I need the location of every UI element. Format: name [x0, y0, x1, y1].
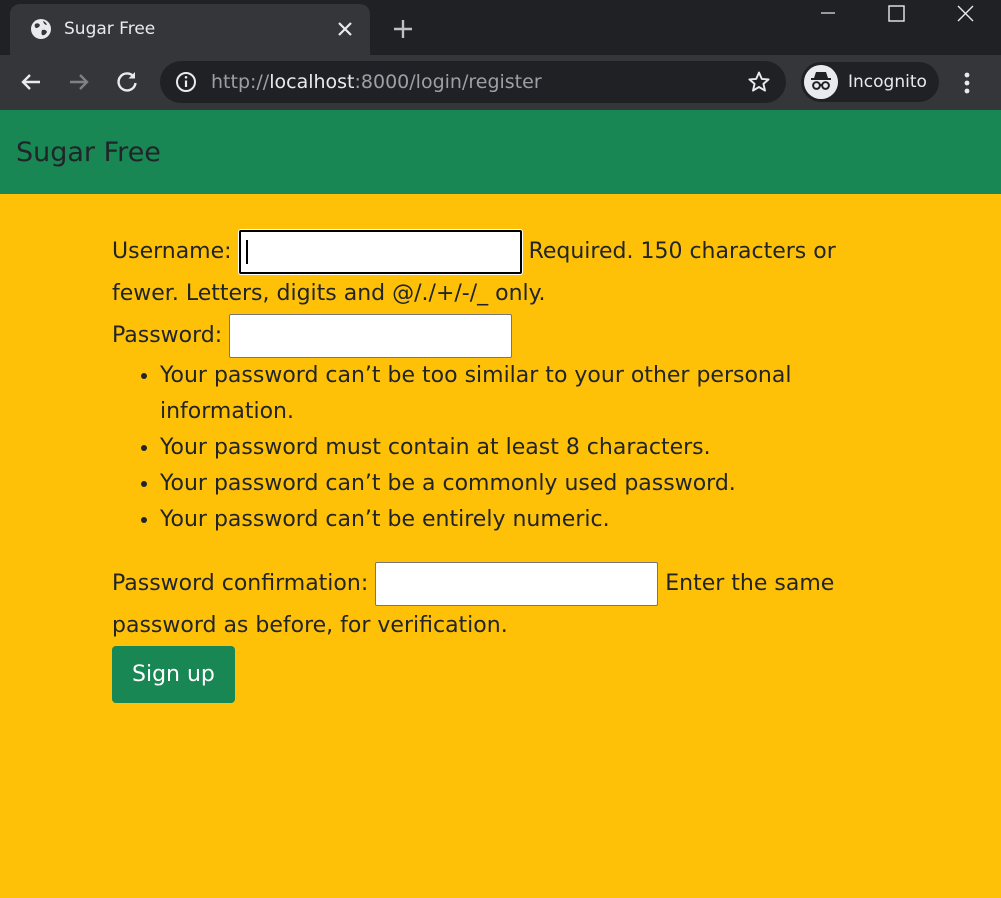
close-icon[interactable]	[333, 17, 357, 41]
plus-icon[interactable]	[390, 16, 416, 42]
forward-arrow-icon[interactable]	[64, 67, 94, 97]
site-navbar: Sugar Free	[0, 110, 1001, 194]
star-icon[interactable]	[747, 70, 771, 94]
more-vert-icon[interactable]	[955, 69, 979, 97]
incognito-icon	[804, 65, 838, 99]
password-label: Password:	[112, 323, 223, 348]
globe-icon	[31, 19, 51, 39]
username-row: Username: Required. 150 characters or fe…	[112, 230, 892, 314]
site-brand[interactable]: Sugar Free	[16, 136, 161, 170]
password-rule: Your password must contain at least 8 ch…	[160, 430, 892, 466]
password-confirmation-input[interactable]	[375, 562, 659, 606]
password-rule: Your password can’t be a commonly used p…	[160, 466, 892, 502]
password-row: Password:	[112, 314, 892, 358]
tab-title: Sugar Free	[64, 19, 156, 39]
username-label: Username:	[112, 239, 232, 264]
password-input[interactable]	[229, 314, 513, 358]
username-input[interactable]	[238, 230, 522, 274]
sign-up-button[interactable]: Sign up	[112, 646, 235, 703]
confirm-row: Password confirmation: Enter the same pa…	[112, 562, 892, 646]
password-rules-list: Your password can’t be too similar to yo…	[112, 358, 892, 538]
browser-tab[interactable]: Sugar Free	[10, 4, 370, 55]
maximize-icon[interactable]	[873, 0, 919, 30]
info-icon[interactable]	[175, 71, 197, 93]
back-arrow-icon[interactable]	[16, 67, 46, 97]
profile-label: Incognito	[848, 72, 927, 92]
text-caret	[245, 240, 248, 264]
minimize-icon[interactable]	[805, 0, 851, 30]
register-form: Username: Required. 150 characters or fe…	[112, 230, 892, 703]
reload-icon[interactable]	[112, 67, 142, 97]
url-scheme: http://	[211, 71, 270, 93]
password-rule: Your password can’t be too similar to yo…	[160, 358, 892, 430]
address-bar[interactable]: http://localhost:8000/login/register	[160, 61, 786, 103]
url-text[interactable]: http://localhost:8000/login/register	[211, 71, 542, 93]
url-path: :8000/login/register	[354, 71, 542, 93]
browser-titlebar: Sugar Free	[0, 0, 1001, 55]
confirm-label: Password confirmation:	[112, 571, 369, 596]
url-host: localhost	[269, 71, 355, 93]
window-close-icon[interactable]	[943, 0, 989, 30]
password-rule: Your password can’t be entirely numeric.	[160, 502, 892, 538]
incognito-profile-button[interactable]: Incognito	[801, 62, 939, 102]
browser-toolbar: http://localhost:8000/login/register Inc…	[0, 55, 1001, 110]
